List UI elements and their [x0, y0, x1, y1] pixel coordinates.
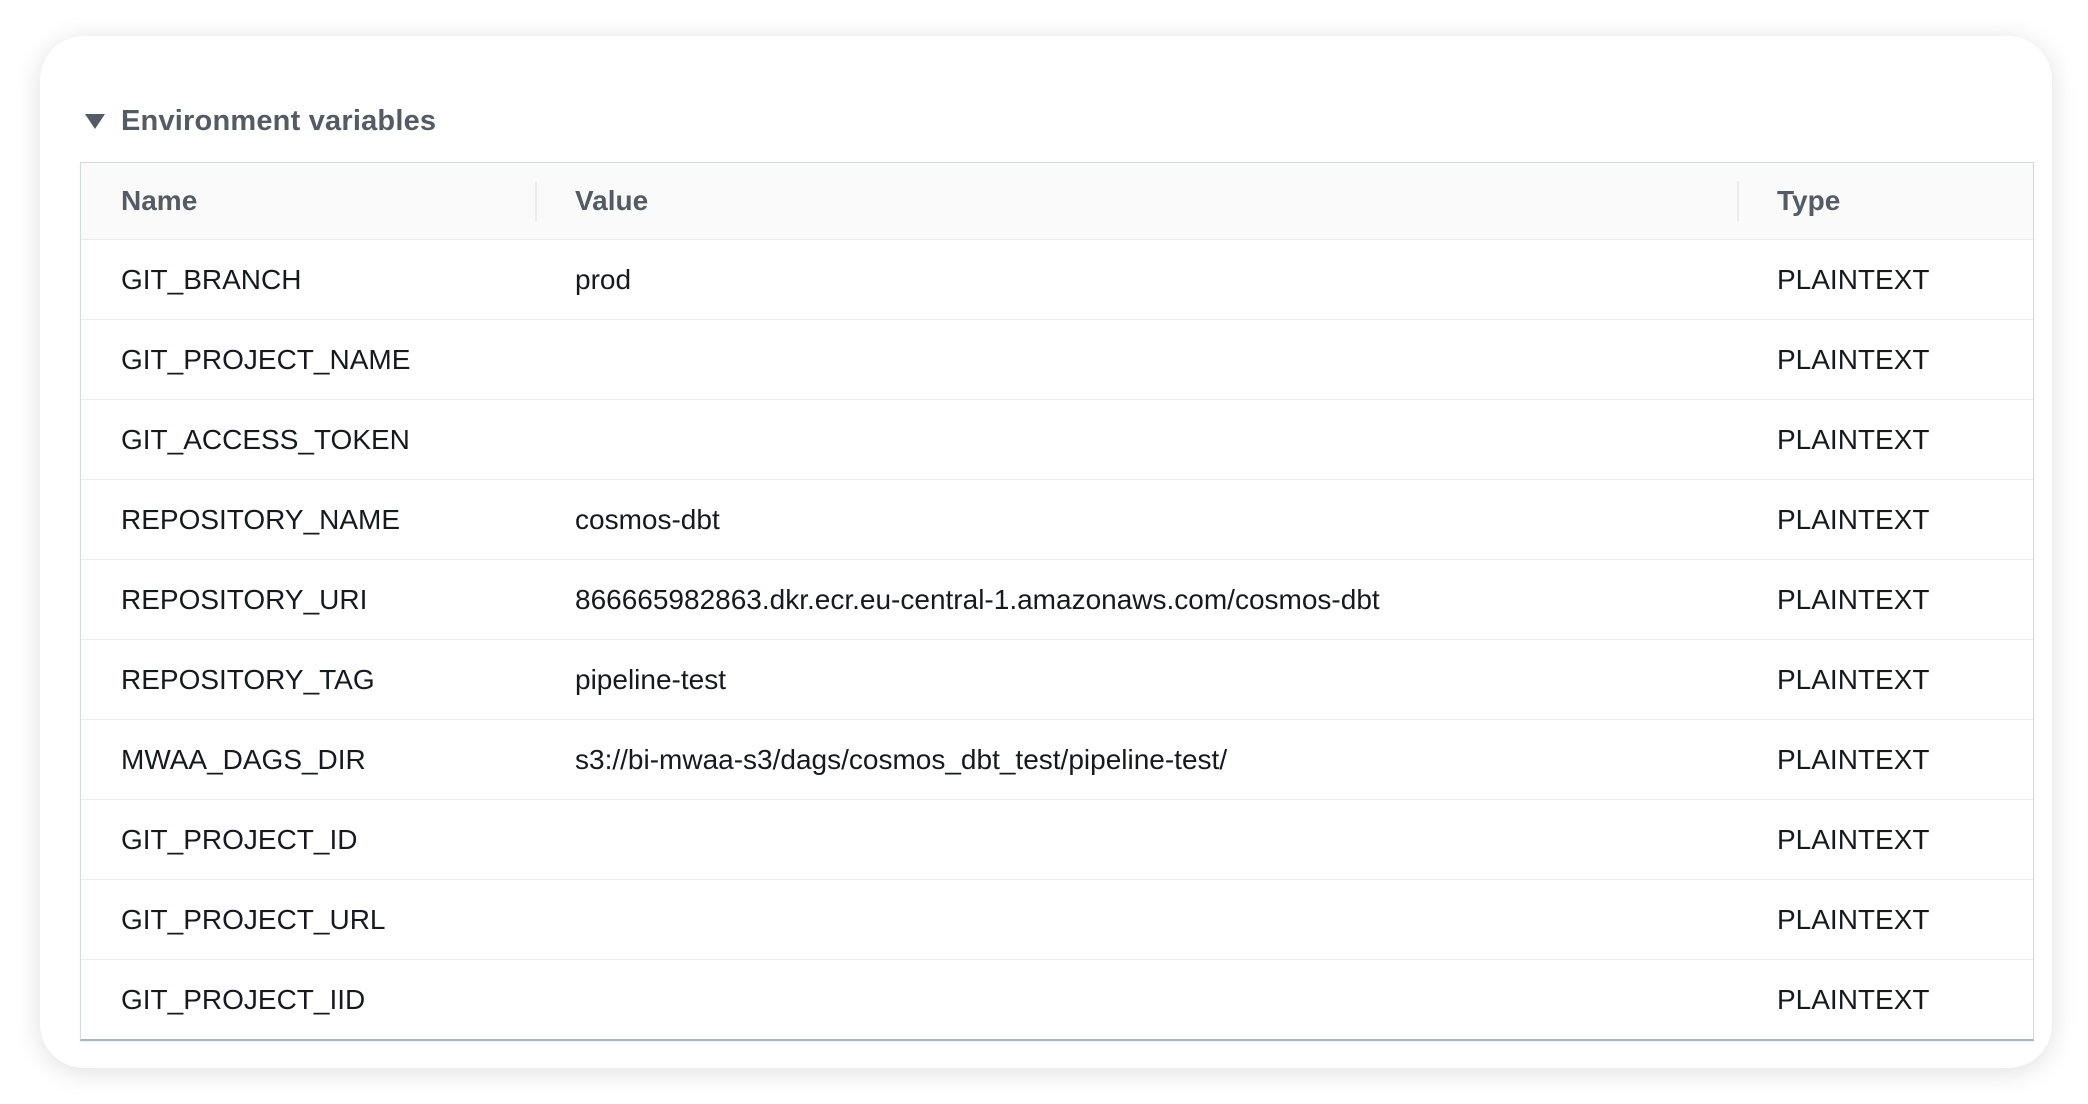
- table-row: GIT_PROJECT_IID PLAINTEXT: [81, 960, 2033, 1040]
- variable-type: PLAINTEXT: [1737, 479, 2033, 560]
- variable-value: prod: [535, 239, 1737, 320]
- column-header-type: Type: [1737, 163, 2033, 240]
- variable-value: s3://bi-mwaa-s3/dags/cosmos_dbt_test/pip…: [535, 719, 1737, 800]
- variable-name: GIT_BRANCH: [81, 239, 535, 320]
- variable-name: GIT_PROJECT_NAME: [81, 319, 535, 400]
- table-row: GIT_PROJECT_ID PLAINTEXT: [81, 799, 2033, 880]
- environment-variables-table: Name Value Type GIT_BRANCH prod PLAINTEX…: [80, 162, 2034, 1041]
- variable-name: REPOSITORY_URI: [81, 559, 535, 640]
- variable-value: 866665982863.dkr.ecr.eu-central-1.amazon…: [535, 559, 1737, 640]
- variable-type: PLAINTEXT: [1737, 239, 2033, 320]
- variable-value: cosmos-dbt: [535, 479, 1737, 560]
- variable-type: PLAINTEXT: [1777, 983, 1930, 1015]
- variable-name: REPOSITORY_NAME: [81, 479, 535, 560]
- variable-value: [535, 399, 1737, 480]
- table-row: GIT_PROJECT_NAME PLAINTEXT: [81, 319, 2033, 400]
- variable-value: [535, 319, 1737, 400]
- section-title: Environment variables: [121, 104, 437, 137]
- variable-type: PLAINTEXT: [1737, 639, 2033, 720]
- table-row: MWAA_DAGS_DIR s3://bi-mwaa-s3/dags/cosmo…: [81, 719, 2033, 800]
- variable-name: GIT_ACCESS_TOKEN: [81, 399, 535, 480]
- table-row: GIT_PROJECT_URL PLAINTEXT: [81, 879, 2033, 960]
- variable-name: MWAA_DAGS_DIR: [81, 719, 535, 800]
- variable-type: PLAINTEXT: [1737, 399, 2033, 480]
- environment-variables-toggle[interactable]: Environment variables: [84, 96, 436, 146]
- column-header-name: Name: [81, 163, 535, 240]
- variable-type: PLAINTEXT: [1737, 719, 2033, 800]
- variable-type: PLAINTEXT: [1737, 799, 2033, 880]
- table-header-row: Name Value Type: [81, 163, 2033, 240]
- table-row: REPOSITORY_URI 866665982863.dkr.ecr.eu-c…: [81, 559, 2033, 640]
- variable-value: [535, 799, 1737, 880]
- table-row: GIT_BRANCH prod PLAINTEXT: [81, 239, 2033, 320]
- variable-value: pipeline-test: [535, 639, 1737, 720]
- variable-type: PLAINTEXT: [1737, 879, 2033, 960]
- environment-variables-panel: Environment variables Name Value Type GI…: [40, 36, 2052, 1068]
- variable-type: PLAINTEXT: [1737, 559, 2033, 640]
- column-header-value: Value: [535, 163, 1737, 240]
- variable-value: [535, 879, 1737, 960]
- table-row: GIT_ACCESS_TOKEN PLAINTEXT: [81, 399, 2033, 480]
- variable-type: PLAINTEXT: [1737, 319, 2033, 400]
- table-row: REPOSITORY_NAME cosmos-dbt PLAINTEXT: [81, 479, 2033, 560]
- variable-value: [535, 960, 1737, 1040]
- variable-name: GIT_PROJECT_URL: [81, 879, 535, 960]
- variable-name: REPOSITORY_TAG: [81, 639, 535, 720]
- variable-name: GIT_PROJECT_ID: [81, 799, 535, 880]
- table-row: REPOSITORY_TAG pipeline-test PLAINTEXT: [81, 639, 2033, 720]
- variable-name: GIT_PROJECT_IID: [121, 983, 366, 1015]
- caret-down-icon: [84, 112, 106, 130]
